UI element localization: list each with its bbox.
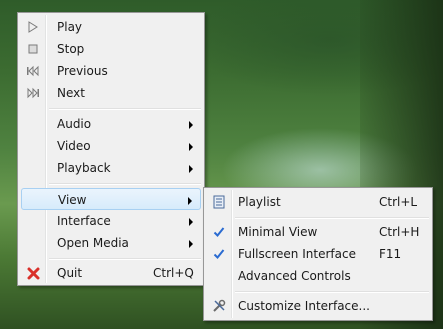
- menu-item-label: View: [58, 193, 87, 207]
- menu-item-label: Advanced Controls: [238, 269, 351, 283]
- stop-icon: [25, 41, 41, 57]
- menu-item-playback[interactable]: Playback: [21, 157, 201, 179]
- next-icon: [25, 85, 41, 101]
- play-icon: [25, 19, 41, 35]
- menu-item-customize-interface[interactable]: Customize Interface...: [207, 295, 429, 317]
- menu-item-minimal-view[interactable]: Minimal View Ctrl+H: [207, 221, 429, 243]
- submenu-arrow-icon: [189, 165, 193, 173]
- menu-item-next[interactable]: Next: [21, 82, 201, 104]
- menu-separator: [49, 108, 201, 110]
- view-submenu: Playlist Ctrl+L Minimal View Ctrl+H Full…: [203, 187, 433, 321]
- checkmark-icon: [211, 246, 227, 262]
- menu-item-quit[interactable]: Quit Ctrl+Q: [21, 262, 201, 284]
- submenu-arrow-icon: [189, 121, 193, 129]
- menu-separator: [235, 217, 429, 219]
- submenu-arrow-icon: [189, 143, 193, 151]
- menu-item-label: Playlist: [238, 195, 281, 209]
- menu-item-label: Interface: [57, 214, 111, 228]
- menu-item-label: Fullscreen Interface: [238, 247, 356, 261]
- menu-item-previous[interactable]: Previous: [21, 60, 201, 82]
- menu-item-fullscreen-interface[interactable]: Fullscreen Interface F11: [207, 243, 429, 265]
- menu-separator: [49, 258, 201, 260]
- menu-item-label: Audio: [57, 117, 92, 131]
- menu-item-label: Stop: [57, 42, 85, 56]
- menu-item-label: Quit: [57, 266, 83, 280]
- menu-item-open-media[interactable]: Open Media: [21, 232, 201, 254]
- menu-item-interface[interactable]: Interface: [21, 210, 201, 232]
- menu-item-view[interactable]: View: [21, 188, 201, 210]
- menu-item-playlist[interactable]: Playlist Ctrl+L: [207, 191, 429, 213]
- playlist-icon: [211, 194, 227, 210]
- tools-icon: [211, 298, 227, 314]
- menu-item-label: Minimal View: [238, 225, 318, 239]
- submenu-arrow-icon: [189, 240, 193, 248]
- menu-separator: [49, 183, 201, 185]
- menu-item-shortcut: Ctrl+Q: [153, 266, 194, 280]
- menu-item-shortcut: Ctrl+H: [379, 225, 420, 239]
- menu-item-shortcut: Ctrl+L: [379, 195, 418, 209]
- menu-item-stop[interactable]: Stop: [21, 38, 201, 60]
- checkmark-icon: [211, 224, 227, 240]
- menu-item-label: Play: [57, 20, 83, 34]
- menu-item-label: Previous: [57, 64, 108, 78]
- menu-item-audio[interactable]: Audio: [21, 113, 201, 135]
- menu-item-video[interactable]: Video: [21, 135, 201, 157]
- menu-item-label: Video: [57, 139, 91, 153]
- menu-item-label: Playback: [57, 161, 111, 175]
- submenu-arrow-icon: [188, 197, 192, 205]
- menu-item-label: Open Media: [57, 236, 129, 250]
- menu-separator: [235, 291, 429, 293]
- menu-item-play[interactable]: Play: [21, 16, 201, 38]
- previous-icon: [25, 63, 41, 79]
- menu-item-label: Customize Interface...: [238, 299, 370, 313]
- menu-item-shortcut: F11: [379, 247, 402, 261]
- menu-item-advanced-controls[interactable]: Advanced Controls: [207, 265, 429, 287]
- main-context-menu: Play Stop Previous Next Audio Video Play…: [17, 12, 205, 286]
- submenu-arrow-icon: [189, 218, 193, 226]
- menu-item-label: Next: [57, 86, 85, 100]
- close-icon: [25, 265, 41, 281]
